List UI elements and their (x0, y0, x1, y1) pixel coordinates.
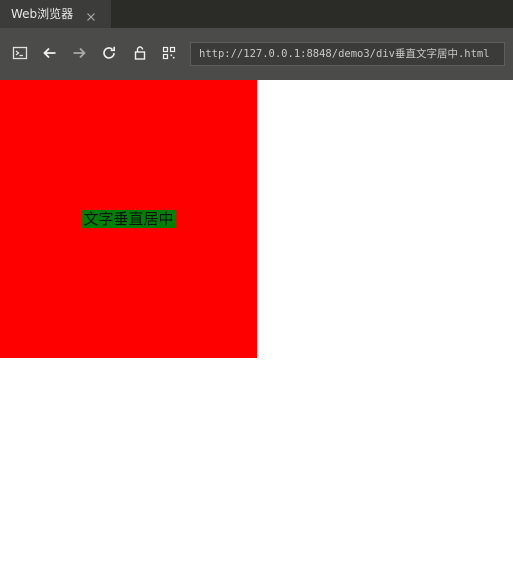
tab-title: Web浏览器 (11, 7, 74, 21)
back-arrow-icon[interactable] (41, 44, 59, 62)
qr-code-icon[interactable] (160, 44, 178, 62)
terminal-icon[interactable] (11, 44, 29, 62)
browser-tab[interactable]: Web浏览器 (0, 0, 111, 28)
centered-text: 文字垂直居中 (82, 210, 175, 228)
address-bar[interactable]: http://127.0.0.1:8848/demo3/div垂直文字居中.ht… (190, 42, 505, 66)
page-viewport: 文字垂直居中 (0, 80, 513, 569)
tab-bar: Web浏览器 (0, 0, 513, 28)
close-icon[interactable] (85, 8, 97, 21)
forward-arrow-icon[interactable] (70, 44, 88, 62)
reload-icon[interactable] (100, 44, 118, 62)
address-text: http://127.0.0.1:8848/demo3/div垂直文字居中.ht… (199, 48, 490, 60)
browser-toolbar: http://127.0.0.1:8848/demo3/div垂直文字居中.ht… (0, 28, 513, 80)
lock-icon[interactable] (131, 44, 149, 62)
red-box: 文字垂直居中 (0, 80, 257, 358)
